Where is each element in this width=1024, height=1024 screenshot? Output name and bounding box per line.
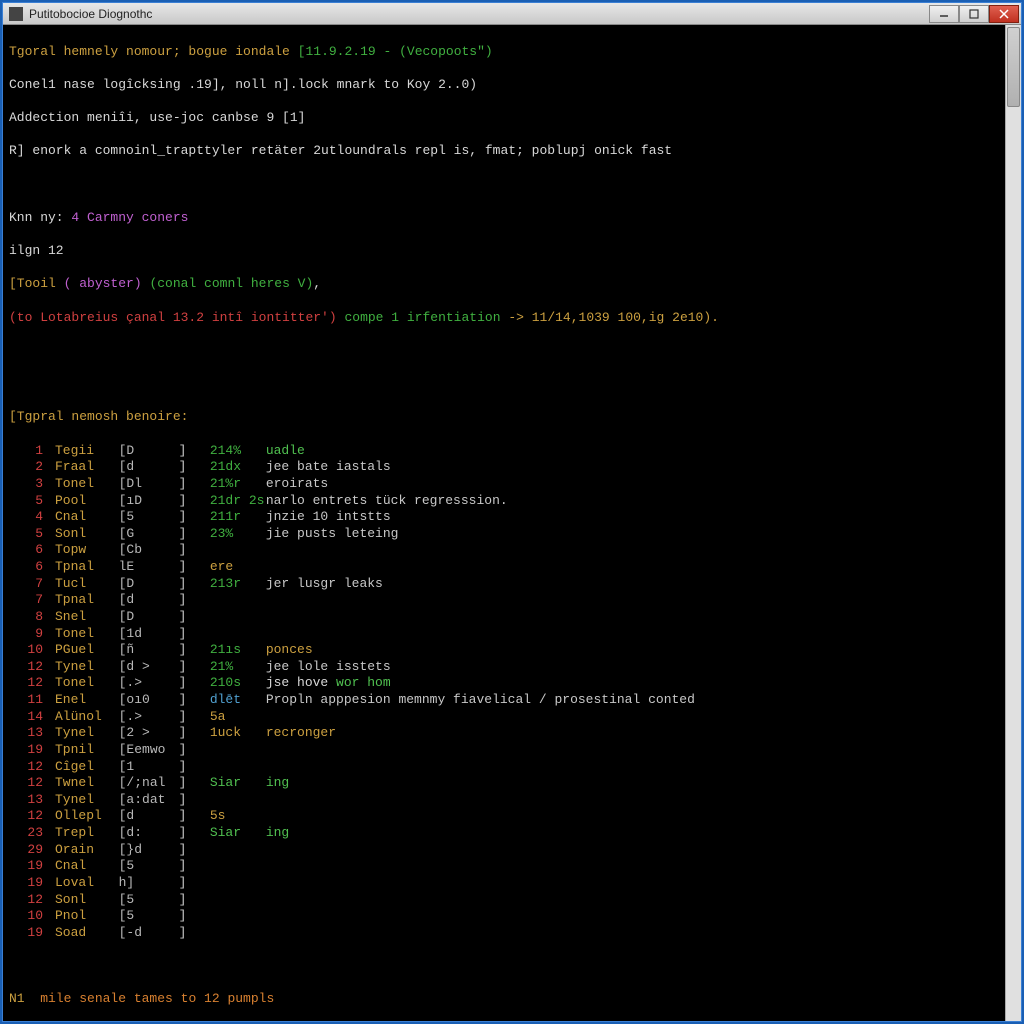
table-row: 7Tpnal [d] bbox=[9, 592, 1015, 609]
maximize-button[interactable] bbox=[959, 5, 989, 23]
table-row: 12Sonl [5] bbox=[9, 892, 1015, 909]
window-title: Putitobocioe Diognothc bbox=[29, 7, 929, 21]
scrollbar[interactable] bbox=[1005, 25, 1021, 1021]
table-row: 1Tegii [D] 214%uadle bbox=[9, 443, 1015, 460]
table-row: 7Tucl [D] 213rjer lusgr leaks bbox=[9, 576, 1015, 593]
titlebar[interactable]: Putitobocioe Diognothc bbox=[3, 3, 1021, 25]
table-row: 12Cîgel [1] bbox=[9, 759, 1015, 776]
table-row: 19Loval h]] bbox=[9, 875, 1015, 892]
scrollbar-thumb[interactable] bbox=[1007, 27, 1020, 107]
table-row: 12Tonel [.>] 210sjse hove wor hom bbox=[9, 675, 1015, 692]
table-row: 6Tpnal lE] ere bbox=[9, 559, 1015, 576]
table-row: 5Pool [ıD] 21dr 2snarlo entrets tück reg… bbox=[9, 493, 1015, 510]
table-row: 10PGuel [ñ] 21ısponces bbox=[9, 642, 1015, 659]
close-button[interactable] bbox=[989, 5, 1019, 23]
table-row: 19Cnal [5] bbox=[9, 858, 1015, 875]
table-row: 6Topw [Cb] bbox=[9, 542, 1015, 559]
table-row: 19Tpnil [Eemwo] bbox=[9, 742, 1015, 759]
table-row: 12Tynel [d >] 21%jee lole isstets bbox=[9, 659, 1015, 676]
table-row: 2Fraal [d] 21dxjee bate iastals bbox=[9, 459, 1015, 476]
header-line: Conel1 nase logîcksing .19], noll n].loc… bbox=[9, 77, 1015, 94]
table-row: 12Ollepl [d] 5s bbox=[9, 808, 1015, 825]
app-icon bbox=[9, 7, 23, 21]
mid-header: mile senale tames to 12 pumpls bbox=[40, 991, 274, 1006]
terminal-window: Putitobocioe Diognothc Tgoral hemnely no… bbox=[2, 2, 1022, 1022]
table-row: 29Orain [}d] bbox=[9, 842, 1015, 859]
table-row: 8Snel [D] bbox=[9, 609, 1015, 626]
table-row: 4Cnal [5] 211rjnzie 10 intstts bbox=[9, 509, 1015, 526]
section-header: [Tgpral nemosh benoire: bbox=[9, 409, 1015, 426]
table-row: 13Tynel [a:dat] bbox=[9, 792, 1015, 809]
table-row: 5Sonl [G] 23%jie pusts leteing bbox=[9, 526, 1015, 543]
header-line: Tgoral hemnely nomour; bogue iondale bbox=[9, 44, 290, 59]
table-row: 11Enel [oı0] dlētPropln apppesion memnmy… bbox=[9, 692, 1015, 709]
table-row: 3Tonel [Dl] 21%reroirats bbox=[9, 476, 1015, 493]
table-row: 12Twnel [/;nal] Siaring bbox=[9, 775, 1015, 792]
table-row: 10Pnol [5] bbox=[9, 908, 1015, 925]
table-row: 23Trepl [d:] Siaring bbox=[9, 825, 1015, 842]
minimize-button[interactable] bbox=[929, 5, 959, 23]
table-row: 19Soad [-d] bbox=[9, 925, 1015, 942]
process-table: 1Tegii [D] 214%uadle2Fraal [d] 21dxjee b… bbox=[9, 443, 1015, 942]
table-row: 9Tonel [1d] bbox=[9, 626, 1015, 643]
table-row: 14Alünol [.>] 5a bbox=[9, 709, 1015, 726]
terminal-body[interactable]: Tgoral hemnely nomour; bogue iondale [11… bbox=[3, 25, 1021, 1021]
table-row: 13Tynel [2 >] 1uckrecronger bbox=[9, 725, 1015, 742]
